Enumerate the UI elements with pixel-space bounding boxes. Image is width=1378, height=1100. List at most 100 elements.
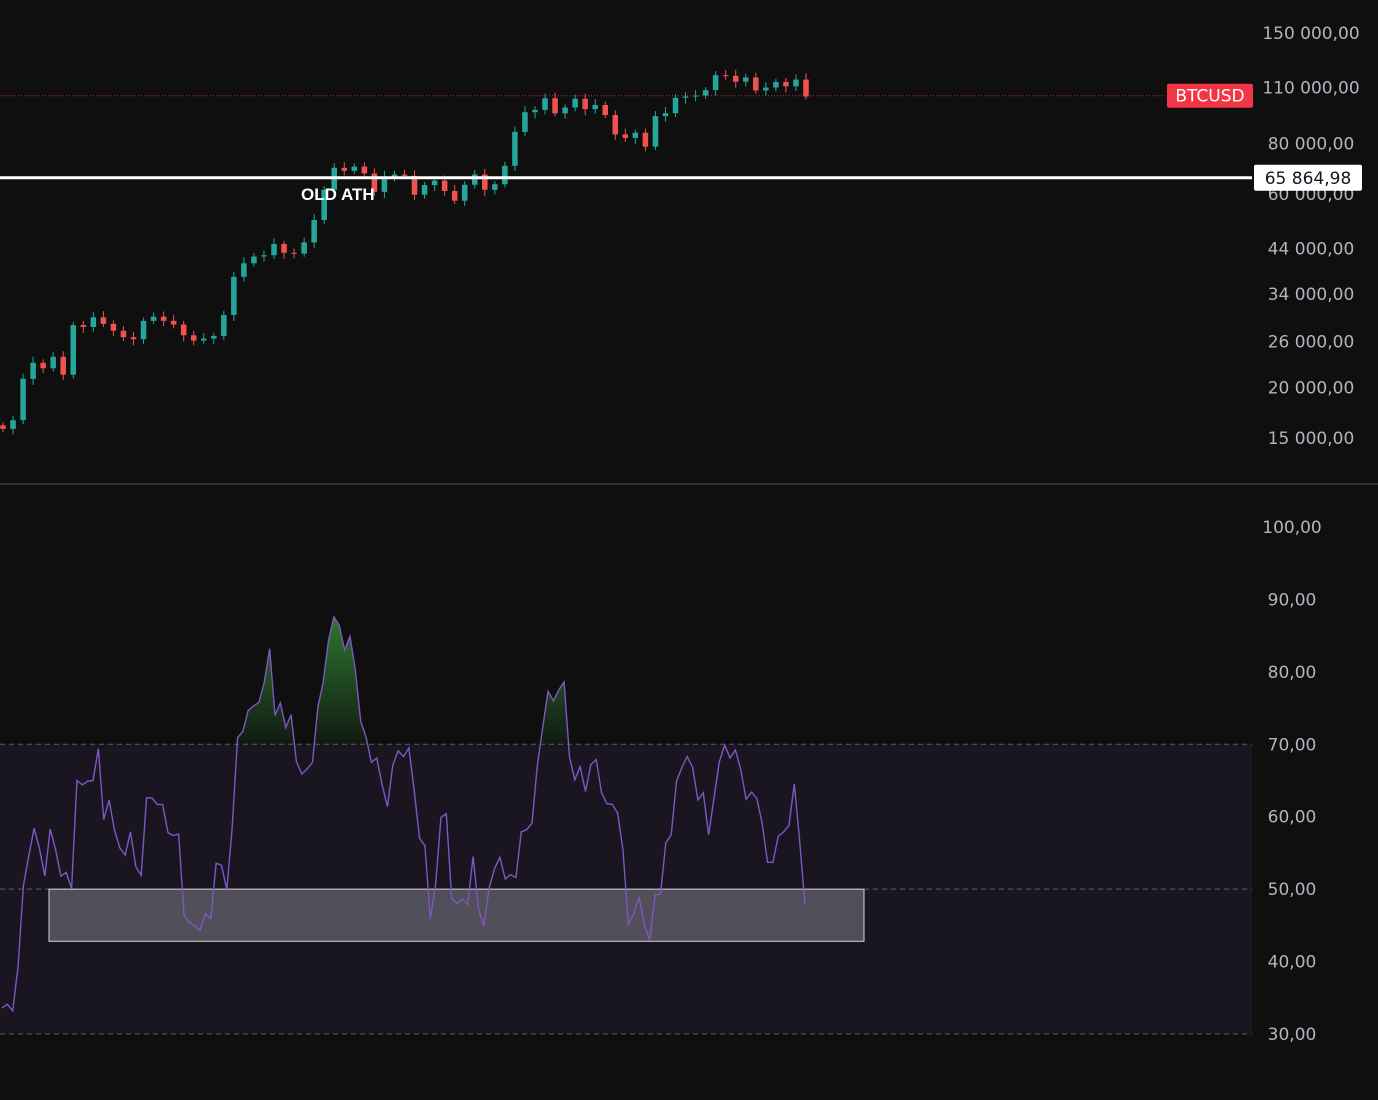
candle-body	[662, 113, 669, 117]
price-tick-label: 44 000,00	[1268, 240, 1355, 260]
candle-body	[70, 325, 77, 375]
candle-body	[10, 420, 16, 429]
candle-body	[592, 105, 598, 110]
candle-body	[351, 166, 358, 171]
candle-body	[120, 330, 127, 338]
candle-body	[251, 256, 257, 264]
candle-body	[110, 323, 117, 331]
candle-body	[773, 82, 779, 88]
candle	[512, 126, 518, 172]
candle-body	[582, 98, 588, 110]
candle-body	[271, 243, 277, 256]
price-tick-label: 34 000,00	[1268, 285, 1355, 305]
trading-chart[interactable]: OLD ATH 150 000,00110 000,0080 000,0060 …	[0, 0, 1378, 1100]
rsi-tick-label: 40,00	[1268, 953, 1317, 973]
candle-body	[632, 132, 639, 138]
candle-body	[612, 115, 619, 135]
candle-body	[562, 107, 568, 114]
candle-body	[130, 337, 137, 340]
candle-body	[0, 425, 6, 429]
candle-body	[231, 276, 237, 315]
candle-body	[20, 378, 26, 421]
price-tick-label: 110 000,00	[1262, 79, 1359, 99]
candle-body	[722, 75, 729, 77]
candle-body	[672, 97, 679, 114]
candle-body	[622, 134, 629, 138]
candle-body	[783, 82, 789, 87]
candle-body	[160, 316, 167, 321]
rsi-tick-label: 90,00	[1268, 590, 1317, 610]
candle-body	[753, 77, 759, 91]
old-ath-price-label: 65 864,98	[1265, 169, 1352, 189]
candle-body	[200, 338, 207, 341]
symbol-tag: BTCUSD	[1175, 87, 1244, 107]
candle-body	[60, 356, 66, 375]
rsi-tick-label: 80,00	[1268, 663, 1317, 683]
candle-body	[692, 95, 699, 97]
price-tick-label: 26 000,00	[1268, 332, 1355, 352]
candle	[221, 310, 227, 340]
candle-body	[100, 317, 107, 324]
candle-body	[301, 242, 307, 254]
candle	[231, 271, 237, 321]
candle-body	[702, 90, 709, 96]
candle-body	[140, 320, 147, 340]
candle-body	[341, 167, 348, 171]
old-ath-annotation: OLD ATH	[301, 185, 375, 204]
candle-body	[532, 109, 538, 113]
candle-body	[793, 79, 799, 87]
candle-body	[291, 252, 297, 254]
candle-body	[190, 335, 197, 341]
candle-body	[241, 263, 247, 277]
candle-body	[542, 98, 548, 110]
candle	[652, 111, 659, 150]
candle-body	[211, 335, 217, 339]
price-tick-label: 20 000,00	[1268, 378, 1355, 398]
candle-body	[431, 180, 438, 186]
candle-body	[361, 166, 368, 174]
candle-body	[743, 77, 749, 82]
candle-body	[492, 184, 498, 190]
candle-body	[502, 165, 508, 185]
candle	[70, 321, 77, 379]
candle-body	[732, 75, 739, 82]
price-tick-label: 15 000,00	[1268, 429, 1355, 449]
candle-body	[180, 324, 187, 336]
candle-body	[652, 116, 659, 147]
candle-body	[472, 174, 478, 185]
candle-body	[281, 243, 287, 253]
candle-body	[712, 75, 719, 91]
rsi-tick-label: 70,00	[1268, 735, 1317, 755]
price-tick-label: 80 000,00	[1268, 135, 1355, 155]
candle-body	[401, 174, 408, 176]
candle-body	[311, 220, 317, 243]
candle-body	[80, 325, 87, 327]
rsi-tick-label: 50,00	[1268, 880, 1317, 900]
candle-body	[763, 87, 769, 91]
rsi-tick-label: 100,00	[1262, 518, 1321, 538]
price-tick-label: 150 000,00	[1262, 24, 1359, 44]
rsi-tick-label: 30,00	[1268, 1025, 1317, 1045]
candle-body	[150, 316, 157, 321]
candle-body	[221, 314, 227, 336]
candle-body	[803, 79, 809, 97]
rsi-highlight-box	[48, 888, 865, 942]
candle-body	[682, 96, 689, 98]
candle-body	[512, 131, 518, 166]
candle-body	[421, 185, 428, 195]
candle-body	[441, 180, 448, 191]
candle-body	[602, 105, 609, 116]
candle-body	[90, 317, 97, 327]
candle-body	[261, 255, 267, 257]
candle-body	[50, 356, 56, 369]
candle-body	[642, 132, 649, 147]
candle-body	[170, 320, 177, 325]
candle-body	[522, 112, 528, 132]
candle-body	[30, 362, 36, 379]
candle	[20, 373, 26, 425]
candle-body	[451, 190, 458, 201]
candle-body	[572, 98, 578, 108]
candle-body	[552, 98, 558, 114]
rsi-tick-label: 60,00	[1268, 808, 1317, 828]
candle-body	[40, 362, 46, 369]
